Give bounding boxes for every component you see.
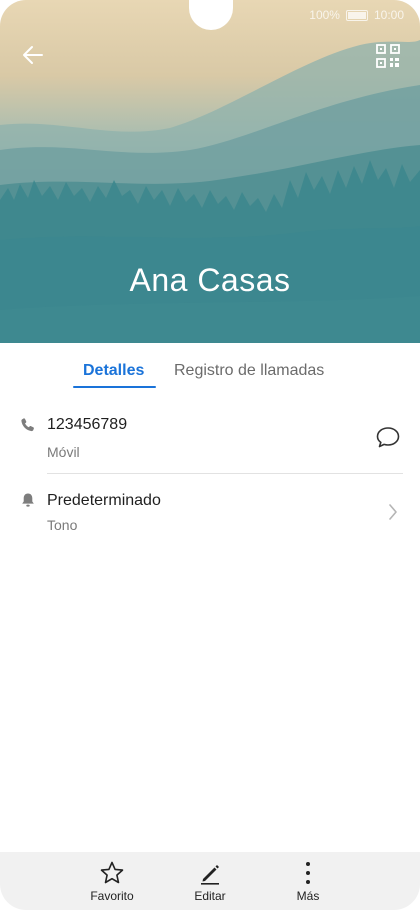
more-vertical-icon [306,862,310,884]
favorite-button[interactable]: Favorito [72,860,152,903]
phone-number: 123456789 [47,416,128,433]
tab-detalles[interactable]: Detalles [83,362,144,380]
row-divider [47,473,403,474]
clock: 10:00 [373,8,404,22]
pencil-icon [201,865,219,885]
ringtone-label: Tono [47,517,78,533]
contact-screen: 100% 10:00 Ana Casas Detalles Registro d… [0,0,420,910]
message-bubble-icon [376,427,400,448]
favorite-label: Favorito [90,889,134,903]
detail-tabs: Detalles Registro de llamadas [0,358,420,398]
star-icon [100,861,124,884]
bottom-action-bar: Favorito Editar Más [0,852,420,910]
arrow-left-icon [23,46,43,64]
send-message-button[interactable] [374,424,402,452]
more-label: Más [296,889,320,903]
battery-percentage: 100% [309,8,340,22]
phone-number-row[interactable]: 123456789 Móvil [0,408,420,472]
edit-button[interactable]: Editar [170,860,250,903]
active-tab-indicator [73,386,156,388]
contact-name: Ana Casas [129,262,291,298]
contact-header-image: 100% 10:00 Ana Casas [0,0,420,343]
edit-label: Editar [194,889,226,903]
battery-icon [345,9,368,21]
phone-type: Móvil [47,444,80,460]
qr-code-button[interactable] [376,44,400,68]
phone-icon [21,418,34,432]
ringtone-row[interactable]: Predeterminado Tono [0,484,420,544]
tab-registro-llamadas[interactable]: Registro de llamadas [174,362,324,380]
ringtone-value: Predeterminado [47,492,161,509]
chevron-right-icon [389,504,397,520]
back-button[interactable] [18,40,48,70]
bell-icon [22,493,34,507]
status-bar: 100% 10:00 [309,8,404,22]
more-options-button[interactable]: Más [268,860,348,903]
qr-code-icon [376,44,400,68]
